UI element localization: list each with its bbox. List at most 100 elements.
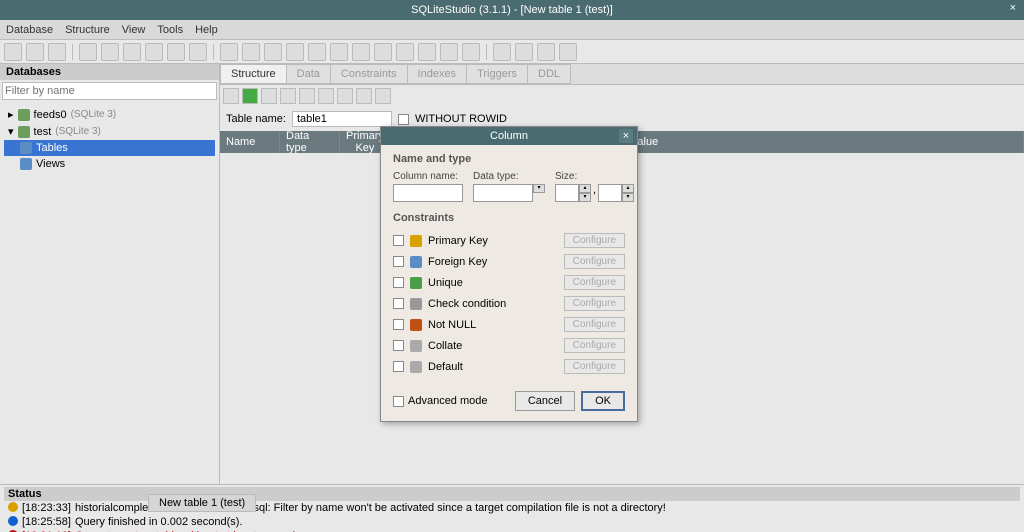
- tool-icon[interactable]: [189, 43, 207, 61]
- fk-checkbox[interactable]: [393, 256, 404, 267]
- col-type: Data type: [280, 131, 340, 153]
- tool-icon[interactable]: [242, 43, 260, 61]
- tab-constraints[interactable]: Constraints: [330, 64, 408, 84]
- tool-icon[interactable]: [374, 43, 392, 61]
- constraint-fk: Foreign Key Configure: [393, 251, 625, 272]
- constraint-check: Check condition Configure: [393, 293, 625, 314]
- tool-icon[interactable]: [167, 43, 185, 61]
- table-name-input[interactable]: [292, 111, 392, 127]
- sidebar-filter-input[interactable]: [2, 82, 217, 100]
- configure-button[interactable]: Configure: [564, 233, 625, 248]
- status-time: [18:23:33]: [22, 502, 71, 514]
- tool-icon[interactable]: [559, 43, 577, 61]
- delete-column-icon[interactable]: [318, 88, 334, 104]
- chevron-icon: ▸: [8, 108, 14, 121]
- database-icon: [18, 126, 30, 138]
- tool-icon[interactable]: [26, 43, 44, 61]
- tool-icon[interactable]: [462, 43, 480, 61]
- tree-item-views[interactable]: Views: [4, 156, 215, 172]
- tree-hint: (SQLite 3): [55, 126, 101, 137]
- tab-ddl[interactable]: DDL: [527, 64, 571, 84]
- close-icon[interactable]: ×: [619, 129, 633, 143]
- column-dialog: Column × Name and type Column name: Data…: [380, 126, 638, 422]
- configure-button[interactable]: Configure: [564, 338, 625, 353]
- ok-button[interactable]: OK: [581, 391, 625, 411]
- tool-icon[interactable]: [286, 43, 304, 61]
- check-checkbox[interactable]: [393, 298, 404, 309]
- configure-button[interactable]: Configure: [564, 317, 625, 332]
- refresh-icon[interactable]: [223, 88, 239, 104]
- column-name-input[interactable]: [393, 184, 463, 202]
- menu-help[interactable]: Help: [195, 24, 218, 36]
- tool-icon[interactable]: [123, 43, 141, 61]
- default-label: Default: [428, 361, 463, 373]
- tool-icon[interactable]: [396, 43, 414, 61]
- tab-indexes[interactable]: Indexes: [407, 64, 468, 84]
- tool-icon[interactable]: [48, 43, 66, 61]
- configure-button[interactable]: Configure: [564, 359, 625, 374]
- menu-structure[interactable]: Structure: [65, 24, 110, 36]
- bottom-document-tab[interactable]: New table 1 (test): [148, 494, 256, 512]
- tree-item-tables[interactable]: Tables: [4, 140, 215, 156]
- move-down-icon[interactable]: [356, 88, 372, 104]
- tree-item-db-feeds[interactable]: ▸ feeds0 (SQLite 3): [4, 106, 215, 123]
- tab-data[interactable]: Data: [286, 64, 331, 84]
- tool-icon[interactable]: [220, 43, 238, 61]
- configure-button[interactable]: Configure: [564, 275, 625, 290]
- tool-icon[interactable]: [537, 43, 555, 61]
- chevron-down-icon[interactable]: ▾: [533, 184, 545, 193]
- column-name-label: Column name:: [393, 171, 463, 182]
- tree-label: test: [34, 126, 52, 138]
- close-icon[interactable]: ×: [1010, 2, 1016, 14]
- tool-icon[interactable]: [264, 43, 282, 61]
- tool-icon[interactable]: [440, 43, 458, 61]
- without-rowid-checkbox[interactable]: [398, 114, 409, 125]
- table-name-label: Table name:: [226, 113, 286, 125]
- commit-icon[interactable]: [242, 88, 258, 104]
- menu-database[interactable]: Database: [6, 24, 53, 36]
- tree-item-db-test[interactable]: ▾ test (SQLite 3): [4, 123, 215, 140]
- unique-label: Unique: [428, 277, 463, 289]
- edit-column-icon[interactable]: [299, 88, 315, 104]
- size-input-1[interactable]: [555, 184, 579, 202]
- configure-button[interactable]: Configure: [564, 254, 625, 269]
- default-checkbox[interactable]: [393, 361, 404, 372]
- tool-icon[interactable]: [375, 88, 391, 104]
- chevron-up-icon[interactable]: ▴: [622, 184, 634, 193]
- tool-icon[interactable]: [308, 43, 326, 61]
- rollback-icon[interactable]: [261, 88, 277, 104]
- tool-icon[interactable]: [515, 43, 533, 61]
- tool-icon[interactable]: [4, 43, 22, 61]
- tab-triggers[interactable]: Triggers: [466, 64, 528, 84]
- move-up-icon[interactable]: [337, 88, 353, 104]
- data-type-combo[interactable]: [473, 184, 533, 202]
- tab-structure[interactable]: Structure: [220, 64, 287, 84]
- tool-icon[interactable]: [418, 43, 436, 61]
- key-icon: [410, 235, 422, 247]
- advanced-checkbox[interactable]: [393, 396, 404, 407]
- notnull-checkbox[interactable]: [393, 319, 404, 330]
- pk-checkbox[interactable]: [393, 235, 404, 246]
- tool-icon[interactable]: [145, 43, 163, 61]
- unique-checkbox[interactable]: [393, 277, 404, 288]
- tool-icon[interactable]: [79, 43, 97, 61]
- tool-icon[interactable]: [493, 43, 511, 61]
- menu-view[interactable]: View: [122, 24, 146, 36]
- tool-icon[interactable]: [330, 43, 348, 61]
- size-input-2[interactable]: [598, 184, 622, 202]
- warning-icon: [8, 502, 18, 512]
- check-label: Check condition: [428, 298, 506, 310]
- chevron-down-icon[interactable]: ▾: [622, 193, 634, 202]
- add-column-icon[interactable]: [280, 88, 296, 104]
- cancel-button[interactable]: Cancel: [515, 391, 575, 411]
- chevron-up-icon[interactable]: ▴: [579, 184, 591, 193]
- tool-icon[interactable]: [101, 43, 119, 61]
- menu-tools[interactable]: Tools: [157, 24, 183, 36]
- tool-icon[interactable]: [352, 43, 370, 61]
- chevron-down-icon[interactable]: ▾: [579, 193, 591, 202]
- advanced-label: Advanced mode: [408, 395, 488, 407]
- configure-button[interactable]: Configure: [564, 296, 625, 311]
- collate-checkbox[interactable]: [393, 340, 404, 351]
- db-tree: ▸ feeds0 (SQLite 3) ▾ test (SQLite 3) Ta…: [0, 102, 219, 176]
- document-tab-label: New table 1 (test): [159, 497, 245, 509]
